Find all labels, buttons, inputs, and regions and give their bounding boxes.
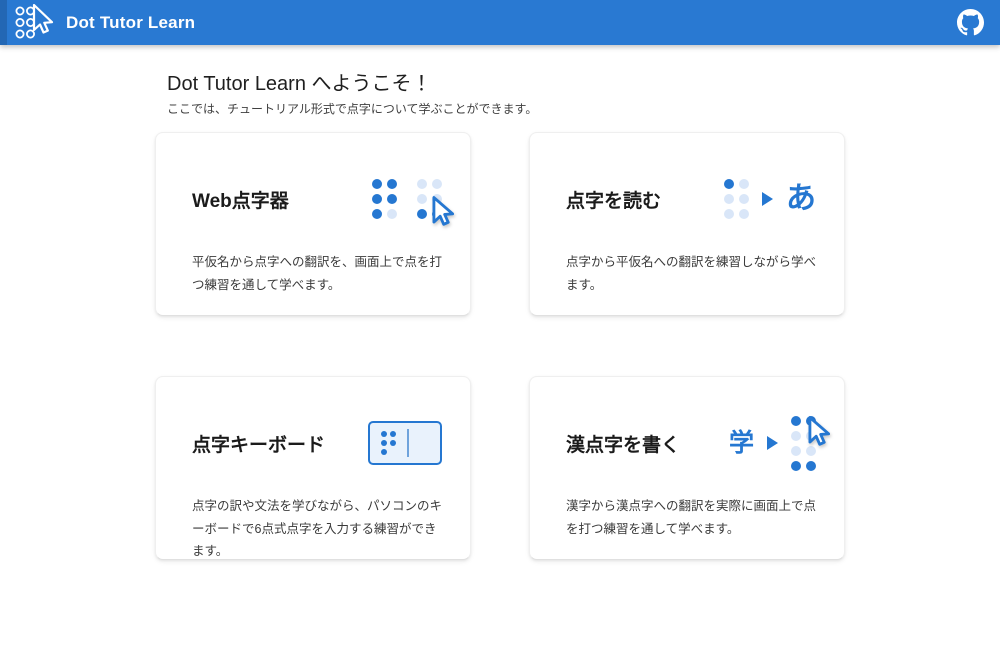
- braille-dot-filled: [372, 209, 382, 219]
- braille-cell: [381, 431, 396, 455]
- braille-dot-empty: [806, 431, 816, 441]
- braille-dot-empty: [739, 209, 749, 219]
- braille-dot-empty: [432, 194, 442, 204]
- braille-dot-empty: [724, 209, 734, 219]
- braille-dot-empty: [417, 194, 427, 204]
- braille-dot-filled: [381, 431, 387, 437]
- arrow-right-icon: [767, 436, 778, 450]
- card-title: 点字キーボード: [192, 430, 325, 457]
- card-write-kanji-braille[interactable]: 漢点字を書く 学 漢字から漢点字への翻訳を実際に画面上で点を打つ練習を通して学べ…: [529, 376, 845, 560]
- braille-dot-empty: [387, 209, 397, 219]
- text-caret-icon: [407, 429, 409, 457]
- kanji-char: 学: [729, 431, 754, 456]
- braille-dot-empty: [724, 194, 734, 204]
- card-title: Web点字器: [192, 186, 289, 213]
- braille-dot-filled: [791, 416, 801, 426]
- card-description: 平仮名から点字への翻訳を、画面上で点を打つ練習を通して学べます。: [192, 251, 442, 296]
- braille-cells-with-cursor-icon: [372, 179, 442, 219]
- brand-home-link[interactable]: Dot Tutor Learn: [14, 4, 195, 42]
- tutorial-card-grid: Web点字器 平仮名から点字への翻訳を、画面上で点を打つ練習を通して学べます。 …: [155, 132, 845, 560]
- github-icon[interactable]: [956, 9, 984, 37]
- braille-dot-filled: [387, 179, 397, 189]
- braille-dot-filled: [372, 194, 382, 204]
- braille-dot-filled: [806, 461, 816, 471]
- braille-dot-filled: [791, 461, 801, 471]
- braille-dot-filled: [724, 179, 734, 189]
- braille-dot-empty: [791, 431, 801, 441]
- braille-keyboard-input-icon: [368, 421, 442, 465]
- hiragana-char: あ: [786, 184, 816, 214]
- braille-dot-empty: [390, 449, 396, 455]
- braille-dot-filled: [432, 209, 442, 219]
- braille-dot-filled: [390, 440, 396, 446]
- braille-cell: [372, 179, 397, 219]
- app-header: Dot Tutor Learn: [0, 0, 1000, 45]
- arrow-right-icon: [762, 192, 773, 206]
- card-header-row: 点字キーボード: [192, 403, 442, 483]
- braille-dot-empty: [739, 179, 749, 189]
- page-title: Dot Tutor Learn へようこそ！: [167, 67, 845, 96]
- braille-dot-filled: [806, 416, 816, 426]
- card-web-brailler[interactable]: Web点字器 平仮名から点字への翻訳を、画面上で点を打つ練習を通して学べます。: [155, 132, 471, 316]
- card-description: 点字から平仮名への翻訳を練習しながら学べます。: [566, 251, 816, 296]
- page-subtitle: ここでは、チュートリアル形式で点字について学ぶことができます。: [167, 100, 845, 117]
- card-title: 点字を読む: [566, 186, 661, 213]
- braille-dot-filled: [381, 449, 387, 455]
- braille-dot-empty: [806, 446, 816, 456]
- card-header-row: 漢点字を書く 学: [566, 403, 816, 483]
- braille-dot-empty: [432, 179, 442, 189]
- card-description: 点字の訳や文法を学びながら、パソコンのキーボードで6点式点字を入力する練習ができ…: [192, 495, 442, 563]
- braille-dot-empty: [739, 194, 749, 204]
- braille-dot-empty: [417, 179, 427, 189]
- card-title: 漢点字を書く: [566, 430, 680, 457]
- card-header-row: Web点字器: [192, 159, 442, 239]
- main-content: Dot Tutor Learn へようこそ！ ここでは、チュートリアル形式で点字…: [155, 45, 845, 560]
- app-title: Dot Tutor Learn: [66, 13, 195, 33]
- card-description: 漢字から漢点字への翻訳を実際に画面上で点を打つ練習を通して学べます。: [566, 495, 816, 540]
- braille-dot-empty: [791, 446, 801, 456]
- braille-cell: [724, 179, 749, 219]
- braille-dot-filled: [417, 209, 427, 219]
- input-field-icon: [368, 421, 442, 465]
- kanji-to-braille-cursor-icon: 学: [729, 416, 816, 471]
- card-header-row: 点字を読む あ: [566, 159, 816, 239]
- braille-dot-filled: [390, 431, 396, 437]
- braille-cell-8dot: [791, 416, 816, 471]
- card-braille-keyboard[interactable]: 点字キーボード 点字の訳や文法を学びながら、パソコンのキーボードで6点式点字を入…: [155, 376, 471, 560]
- braille-cell: [417, 179, 442, 219]
- card-read-braille[interactable]: 点字を読む あ 点字から平仮名への翻訳を練習しながら学べます。: [529, 132, 845, 316]
- app-logo-icon: [14, 4, 54, 42]
- welcome-section: Dot Tutor Learn へようこそ！ ここでは、チュートリアル形式で点字…: [167, 67, 845, 117]
- braille-to-hiragana-icon: あ: [724, 179, 816, 219]
- braille-dot-filled: [372, 179, 382, 189]
- braille-dot-filled: [381, 440, 387, 446]
- braille-dot-filled: [387, 194, 397, 204]
